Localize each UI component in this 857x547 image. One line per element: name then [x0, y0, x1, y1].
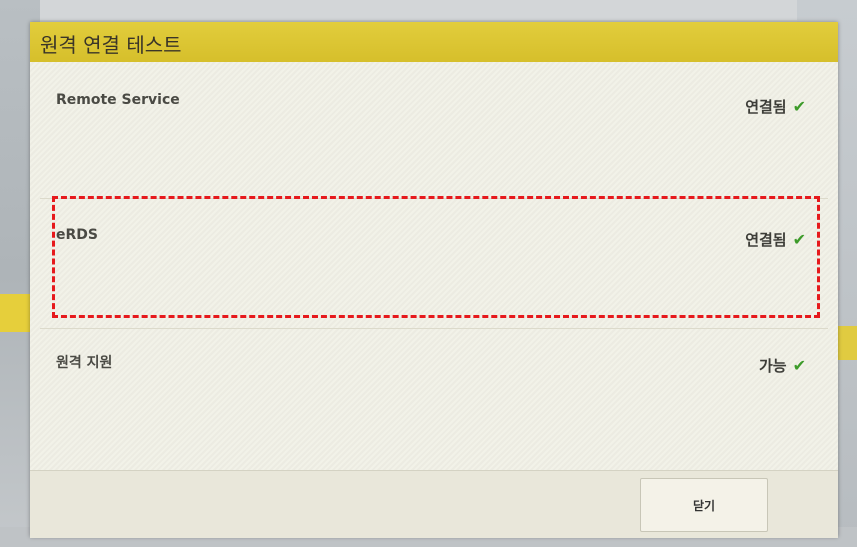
- row-divider: [40, 328, 828, 329]
- checkmark-icon: ✔: [792, 97, 806, 116]
- status-text: 연결됨: [745, 98, 787, 116]
- row-status-remote-support: 가능 ✔: [759, 355, 806, 376]
- dialog-header: 원격 연결 테스트: [30, 22, 838, 62]
- background-top: [0, 0, 857, 20]
- dialog-title: 원격 연결 테스트: [40, 33, 182, 57]
- close-button[interactable]: 닫기: [640, 478, 768, 532]
- row-label-remote-support: 원격 지원: [56, 355, 113, 371]
- row-status-remote-service: 연결됨 ✔: [745, 96, 806, 117]
- checkmark-icon: ✔: [792, 356, 806, 375]
- status-text: 가능: [758, 357, 787, 375]
- row-label-remote-service: Remote Service: [56, 92, 180, 108]
- highlight-annotation: [52, 196, 820, 318]
